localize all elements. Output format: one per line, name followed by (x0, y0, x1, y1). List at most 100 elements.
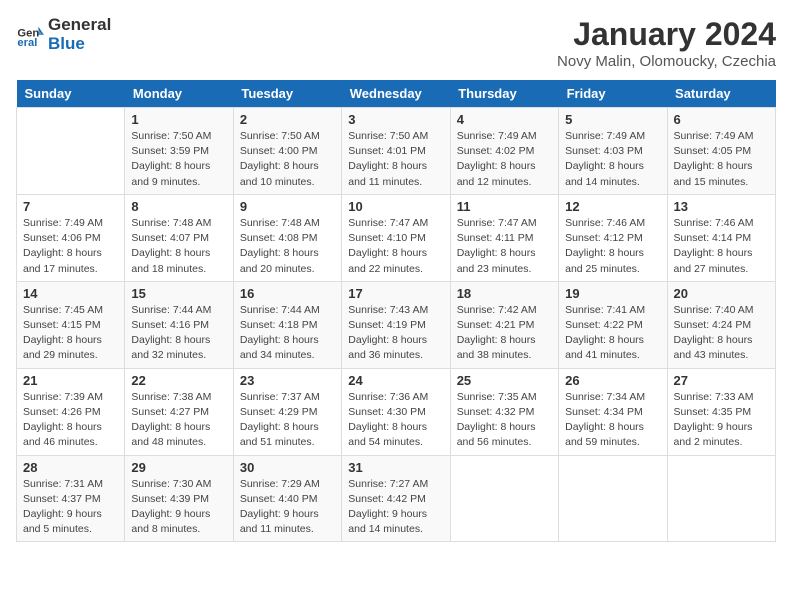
day-number: 10 (348, 199, 443, 214)
day-cell: 6Sunrise: 7:49 AM Sunset: 4:05 PM Daylig… (667, 108, 775, 195)
day-number: 22 (131, 373, 226, 388)
day-info: Sunrise: 7:48 AM Sunset: 4:07 PM Dayligh… (131, 216, 226, 277)
day-info: Sunrise: 7:49 AM Sunset: 4:06 PM Dayligh… (23, 216, 118, 277)
week-row-1: 1 Sunrise: 7:50 AM Sunset: 3:59 PM Daylig… (17, 108, 776, 195)
day-number: 19 (565, 286, 660, 301)
header-cell-friday: Friday (559, 80, 667, 108)
day-number: 26 (565, 373, 660, 388)
day-cell: 1 Sunrise: 7:50 AM Sunset: 3:59 PM Daylig… (125, 108, 233, 195)
day-cell: 22 Sunrise: 7:38 AM Sunset: 4:27 PM Dayli… (125, 368, 233, 455)
day-number: 31 (348, 460, 443, 475)
day-cell: 8 Sunrise: 7:48 AM Sunset: 4:07 PM Daylig… (125, 194, 233, 281)
day-cell: 19 Sunrise: 7:41 AM Sunset: 4:22 PM Dayli… (559, 281, 667, 368)
day-info: Sunrise: 7:50 AM Sunset: 3:59 PM Dayligh… (131, 129, 226, 190)
week-row-5: 28 Sunrise: 7:31 AM Sunset: 4:37 PM Dayli… (17, 455, 776, 542)
day-number: 11 (457, 199, 552, 214)
day-cell: 16Sunrise: 7:44 AM Sunset: 4:18 PM Dayli… (233, 281, 341, 368)
day-cell: 9 Sunrise: 7:48 AM Sunset: 4:08 PM Daylig… (233, 194, 341, 281)
day-cell: 7 Sunrise: 7:49 AM Sunset: 4:06 PM Daylig… (17, 194, 125, 281)
day-cell: 5Sunrise: 7:49 AM Sunset: 4:03 PM Daylig… (559, 108, 667, 195)
day-cell: 23 Sunrise: 7:37 AM Sunset: 4:29 PM Dayli… (233, 368, 341, 455)
day-cell: 2Sunrise: 7:50 AM Sunset: 4:00 PM Daylig… (233, 108, 341, 195)
day-info: Sunrise: 7:43 AM Sunset: 4:19 PM Dayligh… (348, 303, 443, 364)
day-number: 4 (457, 112, 552, 127)
day-cell: 25Sunrise: 7:35 AM Sunset: 4:32 PM Dayli… (450, 368, 558, 455)
day-info: Sunrise: 7:36 AM Sunset: 4:30 PM Dayligh… (348, 390, 443, 451)
main-title: January 2024 (557, 16, 776, 53)
header-cell-saturday: Saturday (667, 80, 775, 108)
day-info: Sunrise: 7:37 AM Sunset: 4:29 PM Dayligh… (240, 390, 335, 451)
day-cell (667, 455, 775, 542)
day-cell: 21Sunrise: 7:39 AM Sunset: 4:26 PM Dayli… (17, 368, 125, 455)
day-info: Sunrise: 7:49 AM Sunset: 4:03 PM Dayligh… (565, 129, 660, 190)
day-number: 1 (131, 112, 226, 127)
day-info: Sunrise: 7:48 AM Sunset: 4:08 PM Dayligh… (240, 216, 335, 277)
day-cell: 13 Sunrise: 7:46 AM Sunset: 4:14 PM Dayli… (667, 194, 775, 281)
day-cell (559, 455, 667, 542)
logo-line2: Blue (48, 35, 111, 54)
day-info: Sunrise: 7:42 AM Sunset: 4:21 PM Dayligh… (457, 303, 552, 364)
day-info: Sunrise: 7:49 AM Sunset: 4:02 PM Dayligh… (457, 129, 552, 190)
header-cell-sunday: Sunday (17, 80, 125, 108)
day-number: 25 (457, 373, 552, 388)
day-cell (17, 108, 125, 195)
day-info: Sunrise: 7:47 AM Sunset: 4:10 PM Dayligh… (348, 216, 443, 277)
day-cell: 17Sunrise: 7:43 AM Sunset: 4:19 PM Dayli… (342, 281, 450, 368)
day-info: Sunrise: 7:41 AM Sunset: 4:22 PM Dayligh… (565, 303, 660, 364)
day-cell: 10 Sunrise: 7:47 AM Sunset: 4:10 PM Dayli… (342, 194, 450, 281)
day-info: Sunrise: 7:33 AM Sunset: 4:35 PM Dayligh… (674, 390, 769, 451)
day-number: 9 (240, 199, 335, 214)
calendar-table: SundayMondayTuesdayWednesdayThursdayFrid… (16, 80, 776, 542)
day-cell: 29 Sunrise: 7:30 AM Sunset: 4:39 PM Dayli… (125, 455, 233, 542)
day-cell: 4 Sunrise: 7:49 AM Sunset: 4:02 PM Daylig… (450, 108, 558, 195)
day-cell: 11 Sunrise: 7:47 AM Sunset: 4:11 PM Dayli… (450, 194, 558, 281)
calendar-header-row: SundayMondayTuesdayWednesdayThursdayFrid… (17, 80, 776, 108)
day-info: Sunrise: 7:38 AM Sunset: 4:27 PM Dayligh… (131, 390, 226, 451)
day-cell: 30 Sunrise: 7:29 AM Sunset: 4:40 PM Dayli… (233, 455, 341, 542)
day-cell: 31 Sunrise: 7:27 AM Sunset: 4:42 PM Dayli… (342, 455, 450, 542)
header-cell-thursday: Thursday (450, 80, 558, 108)
day-info: Sunrise: 7:31 AM Sunset: 4:37 PM Dayligh… (23, 477, 118, 538)
week-row-3: 14Sunrise: 7:45 AM Sunset: 4:15 PM Dayli… (17, 281, 776, 368)
day-number: 18 (457, 286, 552, 301)
day-number: 12 (565, 199, 660, 214)
day-info: Sunrise: 7:45 AM Sunset: 4:15 PM Dayligh… (23, 303, 118, 364)
day-number: 3 (348, 112, 443, 127)
day-number: 13 (674, 199, 769, 214)
day-number: 23 (240, 373, 335, 388)
day-number: 7 (23, 199, 118, 214)
week-row-4: 21Sunrise: 7:39 AM Sunset: 4:26 PM Dayli… (17, 368, 776, 455)
day-cell (450, 455, 558, 542)
day-info: Sunrise: 7:46 AM Sunset: 4:12 PM Dayligh… (565, 216, 660, 277)
day-number: 28 (23, 460, 118, 475)
day-number: 29 (131, 460, 226, 475)
day-number: 30 (240, 460, 335, 475)
day-info: Sunrise: 7:46 AM Sunset: 4:14 PM Dayligh… (674, 216, 769, 277)
day-info: Sunrise: 7:34 AM Sunset: 4:34 PM Dayligh… (565, 390, 660, 451)
day-info: Sunrise: 7:50 AM Sunset: 4:00 PM Dayligh… (240, 129, 335, 190)
day-info: Sunrise: 7:27 AM Sunset: 4:42 PM Dayligh… (348, 477, 443, 538)
day-cell: 3Sunrise: 7:50 AM Sunset: 4:01 PM Daylig… (342, 108, 450, 195)
logo-icon: Gen eral (16, 21, 44, 49)
day-number: 8 (131, 199, 226, 214)
header-cell-tuesday: Tuesday (233, 80, 341, 108)
day-cell: 24Sunrise: 7:36 AM Sunset: 4:30 PM Dayli… (342, 368, 450, 455)
day-number: 21 (23, 373, 118, 388)
day-cell: 20Sunrise: 7:40 AM Sunset: 4:24 PM Dayli… (667, 281, 775, 368)
header-cell-monday: Monday (125, 80, 233, 108)
logo-line1: General (48, 16, 111, 35)
header-cell-wednesday: Wednesday (342, 80, 450, 108)
day-info: Sunrise: 7:29 AM Sunset: 4:40 PM Dayligh… (240, 477, 335, 538)
day-number: 16 (240, 286, 335, 301)
day-info: Sunrise: 7:47 AM Sunset: 4:11 PM Dayligh… (457, 216, 552, 277)
day-cell: 27Sunrise: 7:33 AM Sunset: 4:35 PM Dayli… (667, 368, 775, 455)
day-cell: 28 Sunrise: 7:31 AM Sunset: 4:37 PM Dayli… (17, 455, 125, 542)
day-number: 6 (674, 112, 769, 127)
day-info: Sunrise: 7:30 AM Sunset: 4:39 PM Dayligh… (131, 477, 226, 538)
day-cell: 15Sunrise: 7:44 AM Sunset: 4:16 PM Dayli… (125, 281, 233, 368)
calendar-body: 1 Sunrise: 7:50 AM Sunset: 3:59 PM Daylig… (17, 108, 776, 542)
week-row-2: 7 Sunrise: 7:49 AM Sunset: 4:06 PM Daylig… (17, 194, 776, 281)
title-block: January 2024 Novy Malin, Olomoucky, Czec… (557, 16, 776, 70)
header: Gen eral General Blue January 2024 Novy … (16, 16, 776, 70)
day-number: 20 (674, 286, 769, 301)
